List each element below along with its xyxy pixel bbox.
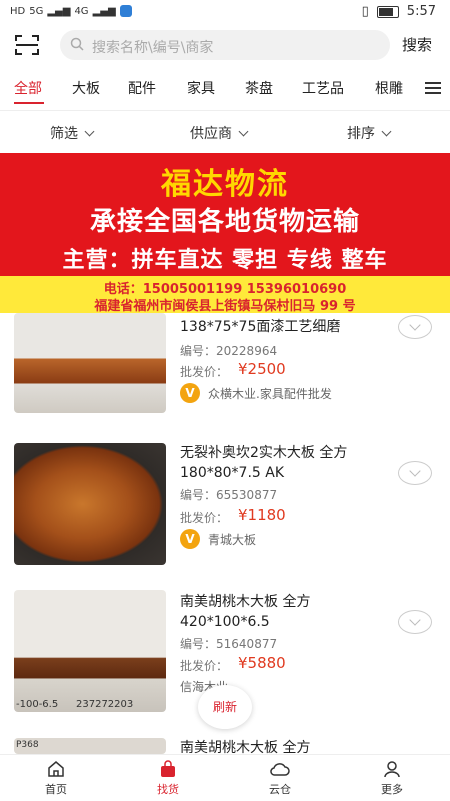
network-5g-indicator: 5G <box>29 5 44 17</box>
category-tab-parts[interactable]: 配件 <box>128 78 156 98</box>
search-box[interactable]: 搜索名称\编号\商家 <box>60 30 390 60</box>
product-code: 编号：20228964 <box>180 344 278 358</box>
banner-services: 主营：拼车直达 零担 专线 整车 <box>62 248 388 273</box>
seller[interactable]: V 青城大板 <box>180 529 256 549</box>
tab-find-goods[interactable]: 找货 <box>128 759 208 797</box>
filter-bar: 筛选 供应商 排序 <box>0 116 450 150</box>
category-tab-furniture[interactable]: 家具 <box>187 78 215 98</box>
banner-slogan: 承接全国各地货物运输 <box>89 207 360 237</box>
status-right: ▯ 5:57 <box>362 4 436 19</box>
tab-home[interactable]: 首页 <box>16 759 96 797</box>
filter-label: 筛选 <box>50 126 78 142</box>
network-4g-indicator: 4G <box>74 5 89 17</box>
refresh-button[interactable]: 刷新 <box>198 685 252 729</box>
search-button[interactable]: 搜索 <box>402 34 432 55</box>
product-image <box>14 443 166 565</box>
product-title: 138*75*75面漆工艺细磨 <box>180 319 341 335</box>
cloud-icon <box>270 763 290 776</box>
product-price: ¥5880 <box>238 654 286 672</box>
product-price: ¥2500 <box>238 360 286 378</box>
banner-contact: 电话：15005001199 15396010690 福建省福州市闽侯县上街镇马… <box>0 276 450 314</box>
category-tab-slab[interactable]: 大板 <box>72 78 100 98</box>
chevron-down-icon <box>381 126 392 137</box>
price-label: 批发价： <box>180 511 229 525</box>
scan-icon[interactable] <box>14 34 40 56</box>
tab-cloud-warehouse[interactable]: 云仓 <box>240 759 320 797</box>
tab-more[interactable]: 更多 <box>352 759 432 797</box>
product-code: 编号：65530877 <box>180 488 278 502</box>
tab-label: 首页 <box>45 783 67 796</box>
user-icon <box>384 761 400 778</box>
bag-icon <box>161 760 175 777</box>
price-label: 批发价： <box>180 659 229 673</box>
hd-indicator: HD <box>10 5 26 17</box>
home-icon <box>48 761 64 777</box>
seller-name: 青城大板 <box>208 532 257 547</box>
sort-dropdown[interactable]: 排序 <box>347 123 392 143</box>
price-label: 批发价： <box>180 365 229 379</box>
active-tab-indicator <box>14 102 44 104</box>
supplier-dropdown[interactable]: 供应商 <box>190 123 249 143</box>
divider <box>0 110 450 111</box>
search-icon <box>70 36 84 51</box>
top-bar: 搜索名称\编号\商家 搜索 <box>0 24 450 66</box>
banner-address: 福建省福州市闽侯县上街镇马保村旧马 99 号 <box>94 299 356 314</box>
category-tab-crafts[interactable]: 工艺品 <box>302 78 344 98</box>
expand-button[interactable] <box>398 461 432 485</box>
category-tab-tea-tray[interactable]: 茶盘 <box>245 78 273 98</box>
tab-label: 更多 <box>381 783 403 796</box>
product-image <box>14 313 166 413</box>
logistics-banner[interactable]: 福达物流 承接全国各地货物运输 主营：拼车直达 零担 专线 整车 电话：1500… <box>0 153 450 314</box>
tab-label: 云仓 <box>269 783 291 796</box>
menu-icon[interactable] <box>425 82 441 94</box>
chevron-down-icon <box>238 126 249 137</box>
battery-icon <box>376 5 399 18</box>
status-left: HD 5G ▂▄▆ 4G ▂▄▆ <box>10 5 132 17</box>
image-caption: P368 <box>16 740 39 750</box>
signal-icon: ▂▄▆ <box>47 5 71 17</box>
app-notification-icon <box>119 5 132 17</box>
product-image: P368 <box>14 738 166 754</box>
image-caption: -100-6.5 <box>16 699 59 710</box>
seller[interactable]: V 众横木业.家具配件批发 <box>180 383 332 403</box>
verified-badge-icon: V <box>180 383 200 403</box>
product-price: ¥1180 <box>238 506 286 524</box>
image-caption-id: 237272203 <box>76 699 134 710</box>
category-tabs: 全部 大板 配件 家具 茶盘 工艺品 根雕 <box>0 72 450 106</box>
seller-name: 众横木业.家具配件批发 <box>208 386 332 401</box>
clock: 5:57 <box>406 4 436 19</box>
supplier-label: 供应商 <box>190 126 232 142</box>
filter-dropdown[interactable]: 筛选 <box>50 123 95 143</box>
banner-company: 福达物流 <box>161 167 289 202</box>
chevron-down-icon <box>84 126 95 137</box>
tab-label: 找货 <box>157 783 179 796</box>
product-title: 无裂补奥坎2实木大板 全方 180*80*7.5 AK <box>180 445 348 481</box>
bottom-tab-bar: 首页 找货 云仓 更多 <box>0 754 450 801</box>
vibrate-icon: ▯ <box>361 4 369 19</box>
status-bar: HD 5G ▂▄▆ 4G ▂▄▆ ▯ 5:57 <box>0 0 450 24</box>
category-tab-all[interactable]: 全部 <box>14 78 42 98</box>
product-code: 编号：51640877 <box>180 637 278 651</box>
verified-badge-icon: V <box>180 529 200 549</box>
search-input[interactable]: 搜索名称\编号\商家 <box>92 37 213 57</box>
signal-icon-2: ▂▄▆ <box>92 5 116 17</box>
sort-label: 排序 <box>347 126 375 142</box>
product-title: 南美胡桃木大板 全方 420*100*6.5 <box>180 594 311 630</box>
expand-button[interactable] <box>398 610 432 634</box>
expand-button[interactable] <box>398 315 432 339</box>
product-image: -100-6.5 237272203 <box>14 590 166 712</box>
category-tab-root-carving[interactable]: 根雕 <box>375 78 403 98</box>
